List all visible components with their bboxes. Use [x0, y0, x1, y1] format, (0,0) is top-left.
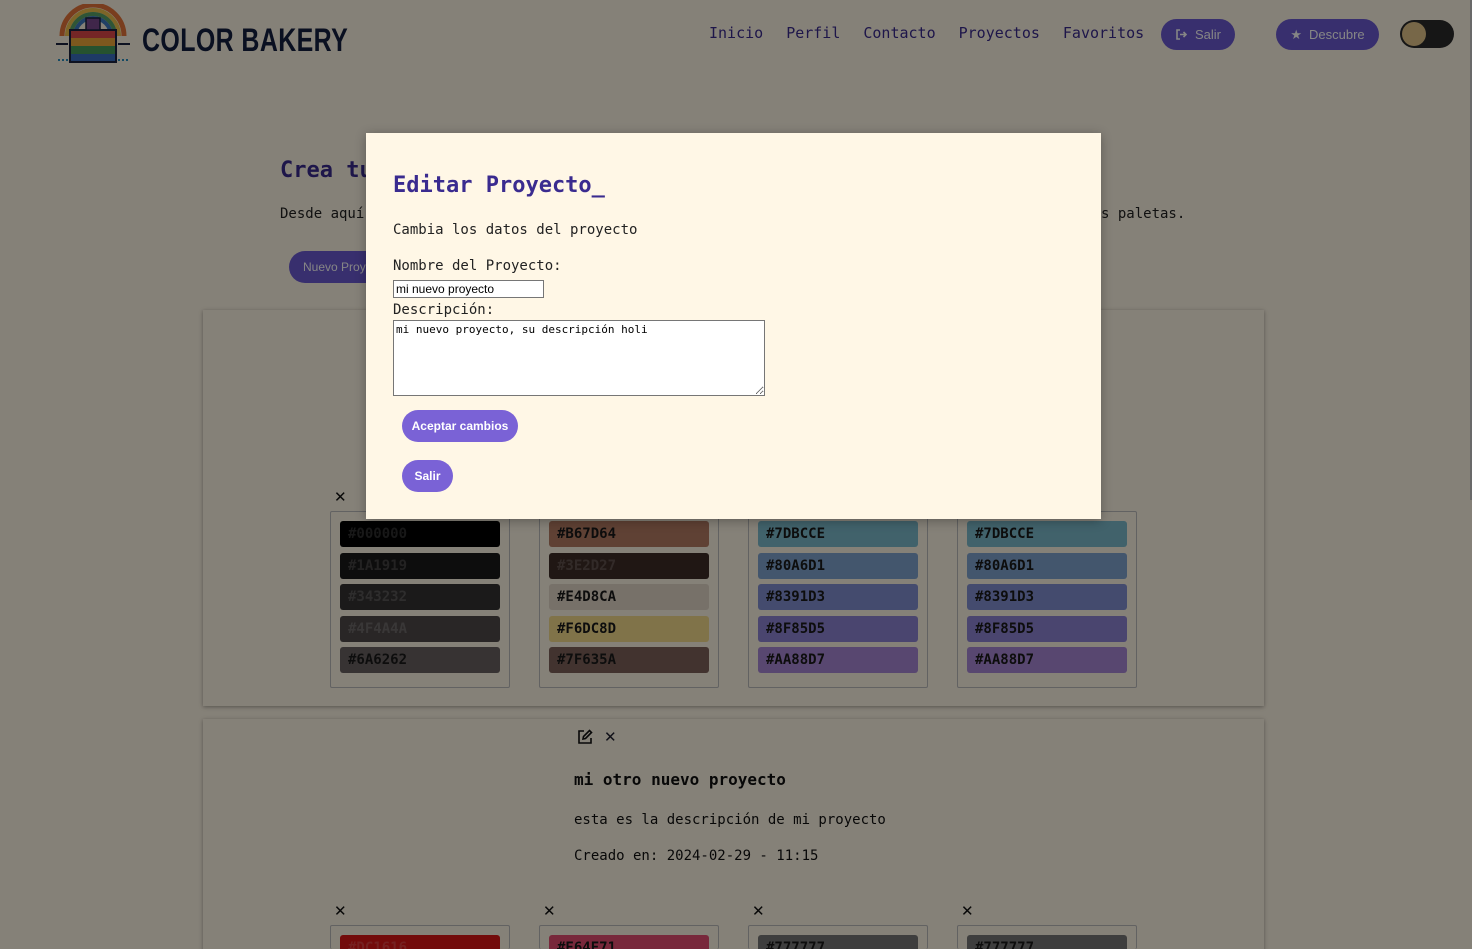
edit-project-modal: Editar Proyecto_ Cambia los datos del pr… [366, 133, 1101, 519]
project-name-input[interactable] [393, 280, 544, 298]
modal-subtitle: Cambia los datos del proyecto [393, 222, 638, 238]
accept-changes-button[interactable]: Aceptar cambios [402, 410, 518, 442]
modal-exit-button[interactable]: Salir [402, 460, 453, 492]
description-label: Descripción: [393, 302, 495, 318]
project-name-label: Nombre del Proyecto: [393, 258, 562, 274]
modal-title: Editar Proyecto_ [393, 173, 605, 198]
description-textarea[interactable]: mi nuevo proyecto, su descripción holi [393, 320, 765, 396]
